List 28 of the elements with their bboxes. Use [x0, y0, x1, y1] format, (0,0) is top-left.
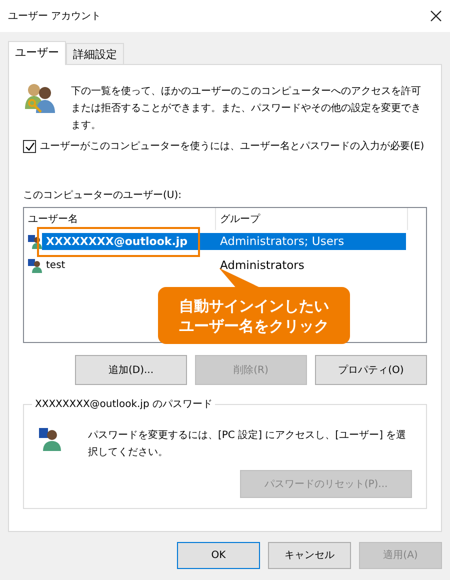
list-row[interactable]: XXXXXXXX@outlook.jp Administrators; Users: [42, 232, 406, 250]
checkbox[interactable]: [23, 140, 36, 153]
checkbox-label[interactable]: ユーザーがこのコンピューターを使うには、ユーザー名とパスワードの入力が必要(E): [40, 138, 424, 155]
list-label: このコンピューターのユーザー(U):: [23, 189, 182, 203]
user-computer-icon: [38, 427, 62, 451]
tab[interactable]: 詳細設定: [66, 43, 124, 64]
column-header[interactable]: ユーザー名: [24, 208, 216, 230]
button[interactable]: キャンセル: [268, 542, 351, 569]
close-icon[interactable]: [430, 10, 442, 22]
user-icon: [28, 233, 42, 249]
button[interactable]: プロパティ(O): [315, 355, 427, 385]
user-group: Administrators: [216, 256, 304, 274]
user-name: XXXXXXXX@outlook.jp: [45, 234, 189, 250]
user-name: test: [45, 258, 66, 272]
users-icon: [23, 81, 57, 115]
user-group: Administrators; Users: [216, 232, 344, 250]
callout-text: ユーザー名をクリック: [179, 316, 329, 336]
password-text: パスワードを変更するには、[PC 設定] にアクセスし、[ユーザー] を選択してください。: [88, 428, 408, 460]
button[interactable]: OK: [177, 542, 260, 569]
user-list[interactable]: ユーザー名 グループ XXXXXXXX@outlook.jp Administrators; Users test Administrators 自動サインインしたい ユーザー名をクリック: [23, 207, 427, 343]
button[interactable]: 追加(D)...: [75, 355, 187, 385]
callout-text: 自動サインインしたい: [179, 296, 329, 316]
user-icon: [28, 257, 42, 273]
description-text: 下の一覧を使って、ほかのユーザーのこのコンピューターへのアクセスを許可または拒否することができます。また、パスワードやその他の設定を変更できます。: [71, 84, 422, 133]
column-header[interactable]: グループ: [216, 208, 408, 230]
window-title: ユーザー アカウント: [8, 10, 102, 24]
list-row[interactable]: test Administrators: [42, 256, 406, 274]
tab[interactable]: ユーザー: [8, 41, 66, 65]
